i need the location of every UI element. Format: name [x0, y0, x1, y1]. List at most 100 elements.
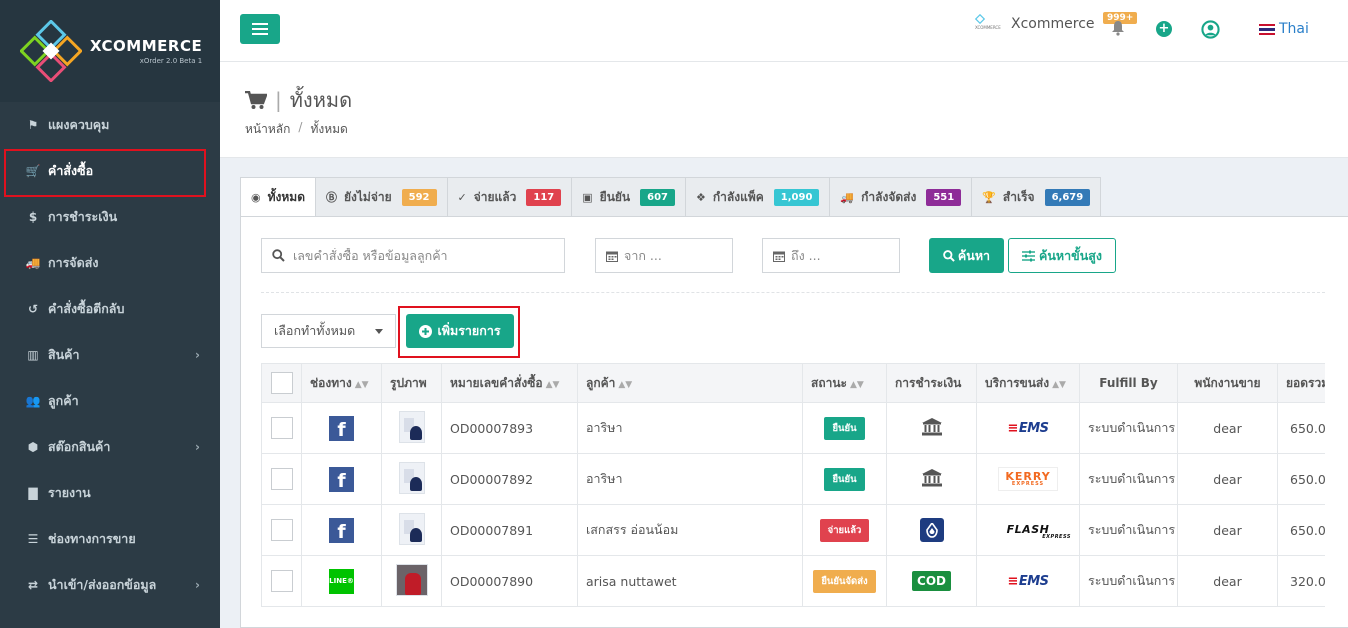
sidebar-item-1[interactable]: 🛒 คำสั่งซื้อ — [0, 148, 220, 197]
row-select-cell — [261, 504, 302, 556]
channel-cell: LINE® — [301, 555, 382, 607]
coin-icon: Ⓑ — [326, 191, 337, 204]
order-number[interactable]: OD00007892 — [441, 453, 578, 505]
customer-name[interactable]: อาริษา — [577, 453, 803, 505]
customer-name[interactable]: arisa nuttawet — [577, 555, 803, 607]
sidebar-item-10[interactable]: ⇄ นำเข้า/ส่งออกข้อมูล › — [0, 562, 220, 608]
tab-label: ยังไม่จ่าย — [344, 189, 392, 204]
date-from-input[interactable] — [624, 248, 724, 263]
breadcrumb-separator: / — [298, 120, 303, 134]
sidebar-item-7[interactable]: ⬢ สต๊อกสินค้า › — [0, 424, 220, 470]
tab-2[interactable]: ✓ จ่ายแล้ว 117 — [447, 177, 573, 217]
search-box[interactable] — [261, 238, 565, 273]
row-checkbox[interactable] — [270, 417, 293, 439]
col-channel[interactable]: ช่องทาง ▲▼ — [301, 363, 382, 403]
order-number[interactable]: OD00007890 — [441, 555, 578, 607]
col-order-no[interactable]: หมายเลขคำสั่งซื้อ ▲▼ — [441, 363, 578, 403]
orders-panel: ค้นหา ค้นหาขั้นสูง เลือกทำทั้งหมด เพิ่มร… — [240, 216, 1348, 628]
search-input[interactable] — [293, 248, 553, 263]
fulfill-by: ระบบดำเนินการ — [1079, 402, 1178, 454]
advanced-search-button[interactable]: ค้นหาขั้นสูง — [1008, 238, 1116, 273]
order-number[interactable]: OD00007891 — [441, 504, 578, 556]
list-icon: ☰ — [27, 532, 39, 546]
date-to-box[interactable] — [762, 238, 900, 273]
product-thumbnail[interactable] — [398, 461, 425, 494]
orders-table: ช่องทาง ▲▼ รูปภาพ หมายเลขคำสั่งซื้อ ▲▼ ลูก… — [261, 363, 1325, 607]
add-button-highlight: เพิ่มรายการ — [398, 306, 520, 358]
table-row[interactable]: f OD00007893อาริษา ยืนยัน EMS ระบบดำเนินการd… — [261, 402, 1325, 454]
truck-icon: 🚚 — [25, 256, 41, 270]
col-fulfill: Fulfill By — [1079, 363, 1178, 403]
table-row[interactable]: f OD00007892 อาริษา ยืนยัน KERRY EXPRESS ระบบด… — [261, 453, 1325, 505]
col-customer-label: ลูกค้า — [586, 375, 616, 390]
col-payment: การชำระเงิน — [886, 363, 977, 403]
language-selector[interactable]: Thai — [1259, 21, 1309, 37]
store-name[interactable]: Xcommerce — [1011, 16, 1095, 32]
row-checkbox[interactable] — [270, 570, 293, 592]
col-total-label: ยอดรวม — [1286, 375, 1325, 390]
tab-5[interactable]: 🚚 กำลังจัดส่ง 551 — [830, 177, 973, 217]
row-checkbox[interactable] — [270, 519, 293, 541]
sidebar-toggle-button[interactable] — [240, 14, 280, 44]
store-logo[interactable]: XCOMMERCE — [974, 13, 1007, 30]
bell-icon[interactable] — [1111, 20, 1125, 36]
tab-0[interactable]: ◉ ทั้งหมด — [240, 177, 316, 217]
user-circle-icon[interactable] — [1201, 20, 1220, 39]
tab-6[interactable]: 🏆 สำเร็จ 6,679 — [972, 177, 1102, 217]
sort-icon: ▲▼ — [849, 379, 864, 390]
sidebar-item-3[interactable]: 🚚 การจัดส่ง — [0, 240, 220, 286]
col-sales: พนักงานขาย — [1177, 363, 1278, 403]
tab-label: ยืนยัน — [599, 189, 631, 204]
order-number[interactable]: OD00007893 — [441, 402, 578, 454]
col-order-no-label: หมายเลขคำสั่งซื้อ — [450, 375, 543, 390]
sidebar-item-8[interactable]: ▇ รายงาน — [0, 470, 220, 516]
col-customer[interactable]: ลูกค้า ▲▼ — [577, 363, 803, 403]
tab-3[interactable]: ▣ ยืนยัน 607 — [572, 177, 686, 217]
cart-icon — [245, 90, 267, 109]
search-button[interactable]: ค้นหา — [929, 238, 1004, 273]
image-cell — [381, 453, 442, 505]
product-thumbnail[interactable] — [398, 512, 425, 545]
sidebar-item-label: ลูกค้า — [48, 393, 79, 408]
sidebar-item-9[interactable]: ☰ ช่องทางการขาย — [0, 516, 220, 562]
tab-1[interactable]: Ⓑ ยังไม่จ่าย 592 — [316, 177, 448, 217]
sidebar-item-5[interactable]: ▥ สินค้า › — [0, 332, 220, 378]
sidebar-item-0[interactable]: ⚑ แผงควบคุม — [0, 102, 220, 148]
table-row[interactable]: f OD00007891 เสกสรร อ่อนน้อม จ่ายแล้ว FLASH E… — [261, 504, 1325, 556]
customer-name[interactable]: อาริษา — [577, 402, 803, 454]
add-order-button[interactable]: เพิ่มรายการ — [406, 314, 514, 348]
status-cell: ยืนยัน — [802, 453, 887, 505]
customer-name[interactable]: เสกสรร อ่อนน้อม — [577, 504, 803, 556]
brand-area[interactable]: XCOMMERCE xOrder 2.0 Beta 1 — [0, 0, 220, 102]
col-shipping[interactable]: บริการขนส่ง ▲▼ — [976, 363, 1080, 403]
date-from-box[interactable] — [595, 238, 733, 273]
breadcrumb-home[interactable]: หน้าหลัก — [245, 120, 290, 139]
tab-4[interactable]: ❖ กำลังแพ็ค 1,090 — [686, 177, 831, 217]
select-all-checkbox[interactable] — [270, 372, 293, 394]
row-select-cell — [261, 555, 302, 607]
product-thumbnail[interactable] — [398, 410, 425, 443]
tab-count-badge: 117 — [526, 188, 562, 206]
facebook-icon: f — [329, 517, 354, 543]
bulk-action-select[interactable]: เลือกทำทั้งหมด — [261, 314, 396, 348]
sidebar-item-label: คำสั่งซื้อ — [48, 163, 94, 178]
sidebar-item-2[interactable]: $ การชำระเงิน — [0, 194, 220, 240]
sidebar-item-4[interactable]: ↺ คำสั่งซื้อตีกลับ — [0, 286, 220, 332]
trophy-icon: 🏆 — [982, 190, 996, 204]
tab-label: ทั้งหมด — [267, 189, 305, 204]
add-circle-icon[interactable]: + — [1156, 21, 1172, 37]
tab-label: จ่ายแล้ว — [473, 189, 517, 204]
date-to-input[interactable] — [791, 248, 891, 263]
flag-icon: ⚑ — [27, 118, 39, 132]
product-thumbnail[interactable] — [395, 563, 428, 596]
shipping-cell: EMS — [976, 402, 1080, 454]
facebook-icon: f — [329, 466, 354, 492]
line-icon: LINE® — [329, 568, 354, 594]
table-row[interactable]: LINE® OD00007890 arisa nuttawet ยืนยันจัดส่… — [261, 555, 1325, 607]
row-checkbox[interactable] — [270, 468, 293, 490]
bulk-action-label: เลือกทำทั้งหมด — [274, 323, 356, 338]
col-status[interactable]: สถานะ ▲▼ — [802, 363, 887, 403]
tab-count-badge: 607 — [640, 188, 675, 206]
sidebar-item-6[interactable]: 👥 ลูกค้า — [0, 378, 220, 424]
truck-icon: 🚚 — [840, 190, 855, 204]
